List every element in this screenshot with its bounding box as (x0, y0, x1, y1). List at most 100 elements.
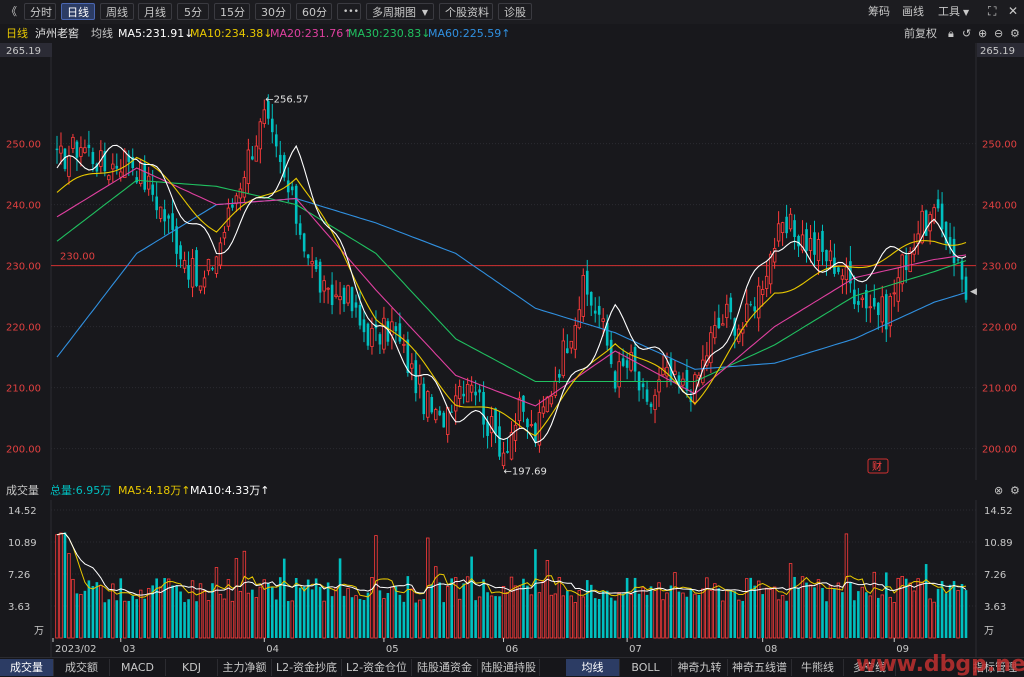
tab-magic-five[interactable]: 神奇五线谱 (728, 659, 792, 676)
volume-bar (944, 593, 948, 638)
tab-volume[interactable]: 成交量 (0, 659, 54, 676)
stock-info-button[interactable]: 个股资料 (439, 3, 493, 20)
more-button[interactable]: ••• (337, 3, 361, 20)
volume-bar (489, 595, 494, 639)
price-chart[interactable]: 200.00 200.00 210.00 210.00 220.00 220.00 230.… (0, 43, 1024, 480)
tab-kdj[interactable]: KDJ (166, 659, 218, 676)
candle-body (597, 305, 601, 315)
tab-main-net[interactable]: 主力净额 (218, 659, 272, 676)
candle-body (190, 258, 195, 288)
candle-body (721, 323, 725, 326)
tab-15min[interactable]: 15分 (214, 3, 250, 20)
candle-body (446, 407, 450, 435)
candle-body (534, 423, 537, 443)
candle-body (163, 209, 166, 222)
candle-body (206, 258, 211, 272)
close-indicator-icon[interactable]: ⊗ (994, 482, 1003, 500)
volume-bar (816, 579, 821, 639)
settings-icon[interactable]: ⚙ (1010, 482, 1020, 500)
tab-hk-connect-hold[interactable]: 陆股通持股 (478, 659, 540, 676)
candle-body (214, 256, 219, 274)
tools-button[interactable]: 工具 ▼ (938, 3, 969, 20)
candle-body (402, 343, 406, 346)
candle-body (338, 295, 342, 301)
tab-magic-nine[interactable]: 神奇九转 (672, 659, 728, 676)
tab-macd[interactable]: MACD (110, 659, 166, 676)
volume-bar (326, 582, 330, 638)
candle-body (960, 260, 964, 280)
candle-body (764, 275, 769, 289)
volume-bar (566, 590, 569, 638)
volume-bar (218, 593, 223, 639)
tab-daily[interactable]: 日线 (61, 3, 95, 20)
volume-bar (127, 600, 131, 638)
top-price-label-left: 265.19 (6, 46, 41, 57)
multi-period-dropdown[interactable]: 多周期图 ▼ (366, 3, 434, 20)
zoom-in-icon[interactable]: ⊕ (978, 24, 987, 43)
tab-turnover[interactable]: 成交额 (54, 659, 110, 676)
fullscreen-icon[interactable]: ⛶ (988, 3, 996, 20)
candle-body (526, 418, 529, 428)
candle-body (936, 199, 940, 209)
tab-intraday[interactable]: 分时 (24, 3, 56, 20)
avg-label[interactable]: 均线 (91, 24, 113, 43)
volume-bar (665, 592, 669, 639)
ma-legend: 日线 泸州老窖 均线 MA5:231.91↓ MA10:234.38↓ MA20… (0, 24, 1024, 43)
candle-body (430, 397, 434, 413)
volume-bar (645, 594, 649, 638)
tab-ma[interactable]: 均线 (566, 659, 620, 676)
volume-bar (689, 588, 693, 638)
draw-button[interactable]: 画线 (902, 3, 924, 20)
multi-period-label: 多周期图 (372, 6, 416, 19)
candle-body (231, 204, 234, 208)
candle-body (940, 203, 944, 230)
tab-5min[interactable]: 5分 (177, 3, 209, 20)
candle-body (270, 118, 274, 133)
volume-bar (71, 578, 75, 639)
volume-bar (613, 600, 617, 638)
candle-body (876, 302, 880, 316)
volume-bar (534, 549, 537, 638)
candle-body (880, 296, 884, 323)
tab-bull-bear[interactable]: 牛熊线 (792, 659, 844, 676)
back-button[interactable]: 《 (6, 3, 17, 20)
adjust-dropdown[interactable]: 前复权 (904, 24, 937, 43)
x-tick-label: 2023/02 (55, 644, 97, 655)
volume-bar (143, 598, 147, 638)
undo-icon[interactable]: ↺ (962, 24, 971, 43)
volume-bar (569, 595, 574, 639)
volume-bar (286, 601, 290, 638)
volume-bar (868, 595, 873, 639)
candle-body (541, 406, 546, 414)
close-icon[interactable]: ✕ (1008, 3, 1018, 20)
volume-bar (175, 585, 178, 638)
volume-bar (753, 585, 757, 638)
volume-bar (805, 582, 808, 638)
volume-bar (55, 534, 59, 639)
candle-body (873, 297, 876, 307)
tab-boll[interactable]: BOLL (620, 659, 672, 676)
tab-monthly[interactable]: 月线 (138, 3, 172, 20)
candle-body (155, 196, 158, 211)
volume-bar (234, 558, 239, 639)
lock-icon[interactable]: 🔒︎ (948, 24, 954, 43)
tab-l2-bottom[interactable]: L2-资金抄底 (272, 659, 342, 676)
candle-body (745, 303, 749, 322)
zoom-out-icon[interactable]: ⊖ (994, 24, 1003, 43)
candle-body (956, 259, 960, 261)
diagnose-button[interactable]: 诊股 (498, 3, 532, 20)
candle-body (171, 213, 174, 230)
tab-weekly[interactable]: 周线 (100, 3, 134, 20)
volume-bar (649, 586, 653, 638)
chips-button[interactable]: 筹码 (868, 3, 890, 20)
volume-bar (414, 602, 418, 638)
tab-l2-position[interactable]: L2-资金仓位 (342, 659, 412, 676)
candle-body (821, 230, 824, 252)
volume-chart[interactable]: 14.52 14.52 10.89 10.89 7.26 7.26 3.63 3.63 万 万 20… (0, 500, 1024, 657)
tab-60min[interactable]: 60分 (296, 3, 332, 20)
volume-bar (661, 599, 665, 639)
tab-30min[interactable]: 30分 (255, 3, 291, 20)
settings-icon[interactable]: ⚙ (1010, 24, 1020, 43)
tab-hk-connect-fund[interactable]: 陆股通资金 (412, 659, 478, 676)
volume-bar (545, 560, 550, 639)
